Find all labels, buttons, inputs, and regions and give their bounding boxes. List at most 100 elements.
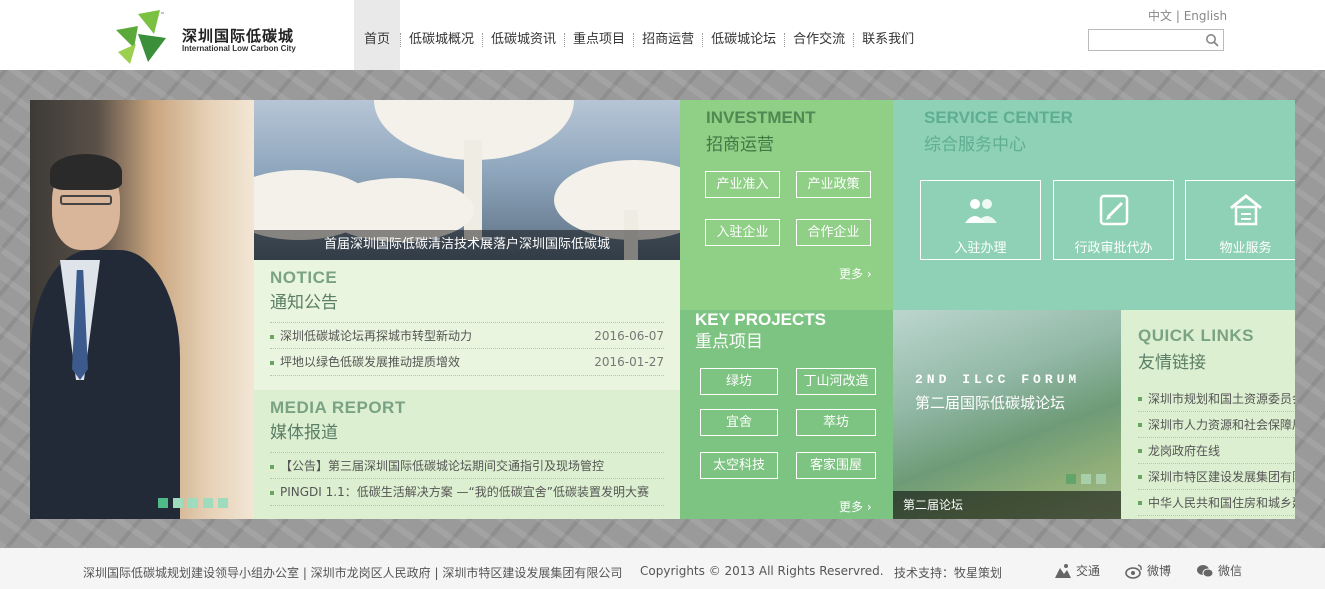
- media-list: 【公告】第三届深圳国际低碳城论坛期间交通指引及现场管控 PINGDI 1.1：低…: [270, 452, 664, 506]
- search-icon[interactable]: [1205, 33, 1219, 47]
- list-item[interactable]: 深圳市规划和国土资源委员会: [1138, 386, 1295, 412]
- service-item-property[interactable]: 物业服务: [1185, 180, 1295, 260]
- nav-item-key-projects[interactable]: 重点项目: [565, 0, 633, 70]
- investment-button-access[interactable]: 产业准入: [705, 171, 780, 198]
- footer-tech-support: 技术支持：牧星策划: [894, 566, 1003, 580]
- slider-dot[interactable]: [1081, 474, 1091, 484]
- banner-caption[interactable]: 首届深圳国际低碳清洁技术展落户深圳国际低碳城: [254, 230, 680, 260]
- slider-dot[interactable]: [1066, 474, 1076, 484]
- slider-dot[interactable]: [1096, 474, 1106, 484]
- footer-weibo-link[interactable]: 微博: [1125, 562, 1171, 579]
- footer-weibo-label: 微博: [1147, 564, 1172, 578]
- list-item[interactable]: 深圳市人力资源和社会保障局: [1138, 412, 1295, 438]
- notice-item-date: 2016-06-07: [594, 329, 664, 343]
- quick-links-title-cn: 友情链接: [1138, 353, 1206, 373]
- more-label: 更多: [839, 267, 864, 281]
- project-button-cuifang[interactable]: 萃坊: [796, 409, 876, 436]
- edit-document-icon: [1099, 194, 1129, 226]
- footer-org-links[interactable]: 深圳国际低碳城规划建设领导小组办公室 | 深圳市龙岗区人民政府 | 深圳市特区建…: [83, 564, 622, 581]
- photo-person-hair: [50, 154, 122, 190]
- chevron-right-icon: ›: [866, 500, 872, 514]
- forum-title-en: 2ND ILCC FORUM: [915, 372, 1081, 387]
- footer-copyright: Copyrights © 2013 All Rights Reservred.: [640, 564, 884, 578]
- footer-traffic-link[interactable]: 交通: [1054, 562, 1100, 579]
- notice-item-text: 深圳低碳城论坛再探城市转型新动力: [280, 329, 473, 343]
- nav-item-overview[interactable]: 低碳城概况: [401, 0, 482, 70]
- footer-wechat-label: 微信: [1218, 564, 1243, 578]
- service-item-label: 行政审批代办: [1074, 241, 1153, 256]
- investment-button-partners[interactable]: 合作企业: [796, 219, 871, 246]
- service-center-section: SERVICE CENTER 综合服务中心 入驻办理 行政审批代办 物业服务: [893, 100, 1295, 310]
- forum-caption[interactable]: 第二届论坛: [903, 496, 963, 513]
- key-projects-title-cn: 重点项目: [695, 332, 763, 352]
- slider-dot[interactable]: [218, 498, 228, 508]
- service-item-settle-in[interactable]: 入驻办理: [920, 180, 1041, 260]
- site-footer: 深圳国际低碳城规划建设领导小组办公室 | 深圳市龙岗区人民政府 | 深圳市特区建…: [0, 548, 1325, 589]
- slider-dot[interactable]: [173, 498, 183, 508]
- nav-item-home[interactable]: 首页: [354, 0, 401, 70]
- banner-photo[interactable]: 首届深圳国际低碳清洁技术展落户深圳国际低碳城: [254, 100, 680, 260]
- service-title-en: SERVICE CENTER: [924, 108, 1073, 127]
- list-item[interactable]: 【公告】第三届深圳国际低碳城论坛期间交通指引及现场管控: [270, 452, 664, 479]
- notice-item-text: 坪地以绿色低碳发展推动提质增效: [280, 355, 461, 369]
- list-item[interactable]: 深圳市特区建设发展集团有限: [1138, 464, 1295, 490]
- key-projects-more-link[interactable]: 更多 ›: [839, 498, 872, 515]
- project-button-dingshan-river[interactable]: 丁山河改造: [796, 368, 876, 395]
- project-button-space-tech[interactable]: 太空科技: [700, 452, 778, 479]
- logo-name-cn: 深圳国际低碳城: [182, 27, 295, 45]
- users-icon: [965, 199, 997, 223]
- search-input[interactable]: [1089, 31, 1199, 51]
- slider-dot[interactable]: [203, 498, 213, 508]
- quick-links-section: QUICK LINKS 友情链接 深圳市规划和国土资源委员会 深圳市人力资源和社…: [1121, 310, 1295, 519]
- leaf-logo-icon: ™: [116, 10, 166, 64]
- search-box: [1088, 29, 1224, 51]
- photo-arch-shape: [554, 160, 680, 240]
- service-item-label: 入驻办理: [954, 241, 1007, 256]
- lang-separator: |: [1175, 9, 1180, 23]
- language-switch: 中文 | English: [1148, 7, 1227, 24]
- service-item-label: 物业服务: [1219, 241, 1272, 256]
- forum-slider[interactable]: 2ND ILCC FORUM 第二届国际低碳城论坛 第二届论坛: [893, 310, 1121, 519]
- photo-person-body: [30, 250, 180, 519]
- project-button-hakka-house[interactable]: 客家围屋: [796, 452, 876, 479]
- site-logo[interactable]: ™ 深圳国际低碳城 International Low Carbon City: [108, 8, 338, 64]
- investment-title-en: INVESTMENT: [706, 108, 816, 127]
- list-item[interactable]: 龙岗政府在线: [1138, 438, 1295, 464]
- more-label: 更多: [839, 500, 864, 514]
- photo-person-glasses: [60, 195, 112, 205]
- slider-dot[interactable]: [188, 498, 198, 508]
- nav-item-cooperation[interactable]: 合作交流: [785, 0, 853, 70]
- investment-button-settled[interactable]: 入驻企业: [705, 219, 780, 246]
- notice-title-cn: 通知公告: [270, 293, 338, 313]
- media-title-cn: 媒体报道: [270, 423, 338, 443]
- nav-item-contact[interactable]: 联系我们: [854, 0, 922, 70]
- lang-english[interactable]: English: [1184, 9, 1227, 23]
- project-button-yishe[interactable]: 宜舍: [700, 409, 778, 436]
- investment-more-link[interactable]: 更多 ›: [839, 265, 872, 282]
- wechat-icon: [1197, 564, 1214, 577]
- forum-slider-dots: [1066, 474, 1106, 484]
- service-item-admin-approval[interactable]: 行政审批代办: [1053, 180, 1174, 260]
- list-item[interactable]: PINGDI 1.1：低碳生活解决方案 —“我的低碳宜舍”低碳装置发明大赛: [270, 479, 664, 506]
- weibo-icon: [1125, 563, 1142, 579]
- project-button-lvfang[interactable]: 绿坊: [700, 368, 778, 395]
- list-item[interactable]: 深圳低碳城论坛再探城市转型新动力 2016-06-07: [270, 322, 664, 349]
- photo-arch-stem: [464, 140, 482, 240]
- nav-item-news[interactable]: 低碳城资讯: [483, 0, 564, 70]
- nav-item-forum[interactable]: 低碳城论坛: [703, 0, 784, 70]
- main-nav: 首页 低碳城概况 低碳城资讯 重点项目 招商运营 低碳城论坛 合作交流 联系我们: [354, 0, 922, 70]
- list-item[interactable]: 中华人民共和国住房和城乡建: [1138, 490, 1295, 516]
- lang-chinese[interactable]: 中文: [1148, 9, 1172, 23]
- list-item[interactable]: 坪地以绿色低碳发展推动提质增效 2016-01-27: [270, 349, 664, 376]
- home-icon: [1230, 194, 1262, 226]
- media-title-en: MEDIA REPORT: [270, 398, 406, 417]
- footer-traffic-label: 交通: [1076, 564, 1101, 578]
- logo-name-en: International Low Carbon City: [182, 44, 296, 53]
- footer-wechat-link[interactable]: 微信: [1196, 562, 1242, 579]
- notice-title-en: NOTICE: [270, 268, 338, 287]
- quick-links-list: 深圳市规划和国土资源委员会 深圳市人力资源和社会保障局 龙岗政府在线 深圳市特区…: [1138, 386, 1295, 516]
- slider-dot[interactable]: [158, 498, 168, 508]
- hero-photo-slider[interactable]: [30, 100, 254, 519]
- nav-item-investment[interactable]: 招商运营: [634, 0, 702, 70]
- investment-button-policy[interactable]: 产业政策: [796, 171, 871, 198]
